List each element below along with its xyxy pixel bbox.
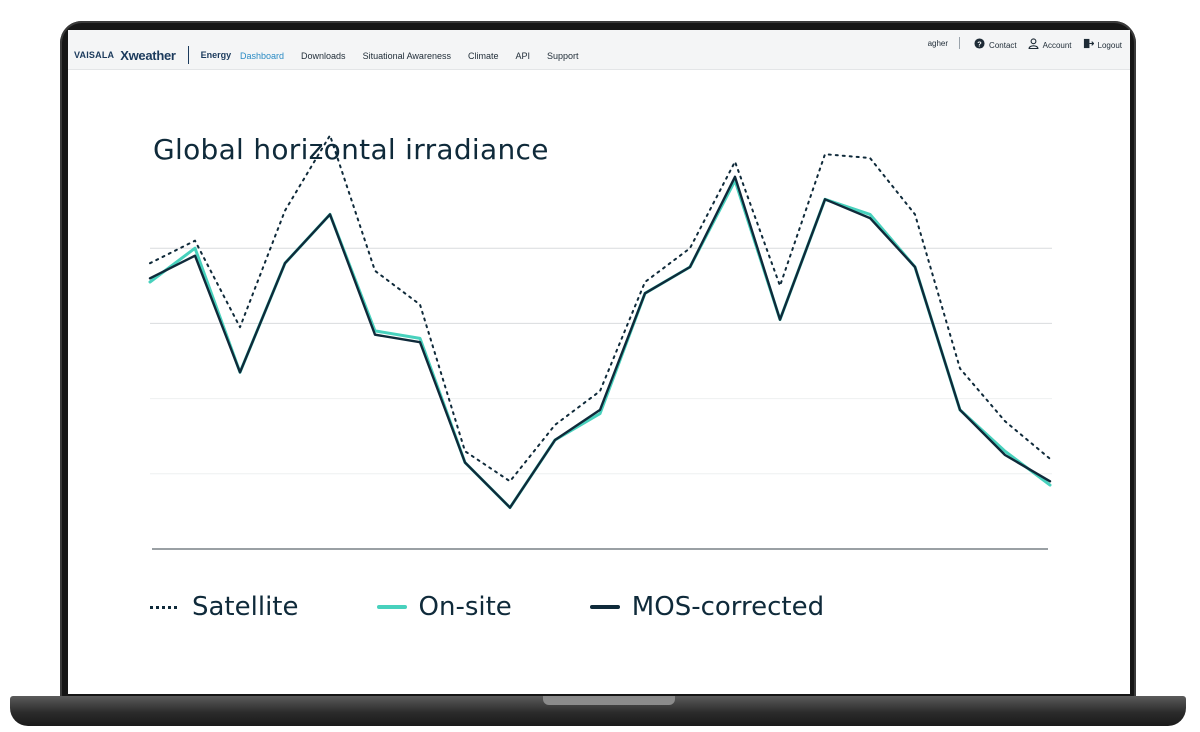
legend-item-onsite: On-site xyxy=(376,592,512,622)
chart-legend: Satellite On-site MOS-corrected xyxy=(150,592,902,622)
legend-item-mos-corrected: MOS-corrected xyxy=(589,592,825,622)
legend-label-satellite: Satellite xyxy=(192,592,299,622)
legend-swatch-satellite xyxy=(150,605,180,609)
laptop-base xyxy=(10,696,1186,726)
legend-swatch-onsite xyxy=(376,605,407,609)
series-line-mos-corrected xyxy=(148,175,1052,509)
legend-label-onsite: On-site xyxy=(418,592,512,622)
series-line-onsite xyxy=(148,179,1052,510)
app-screen: VAISALA Xweather Energy Dashboard Downlo… xyxy=(68,30,1130,694)
legend-item-satellite: Satellite xyxy=(150,592,299,622)
series-line-satellite xyxy=(149,134,1051,483)
legend-swatch-mos-corrected xyxy=(589,605,620,609)
legend-label-mos-corrected: MOS-corrected xyxy=(631,592,825,622)
laptop-notch xyxy=(543,696,675,705)
